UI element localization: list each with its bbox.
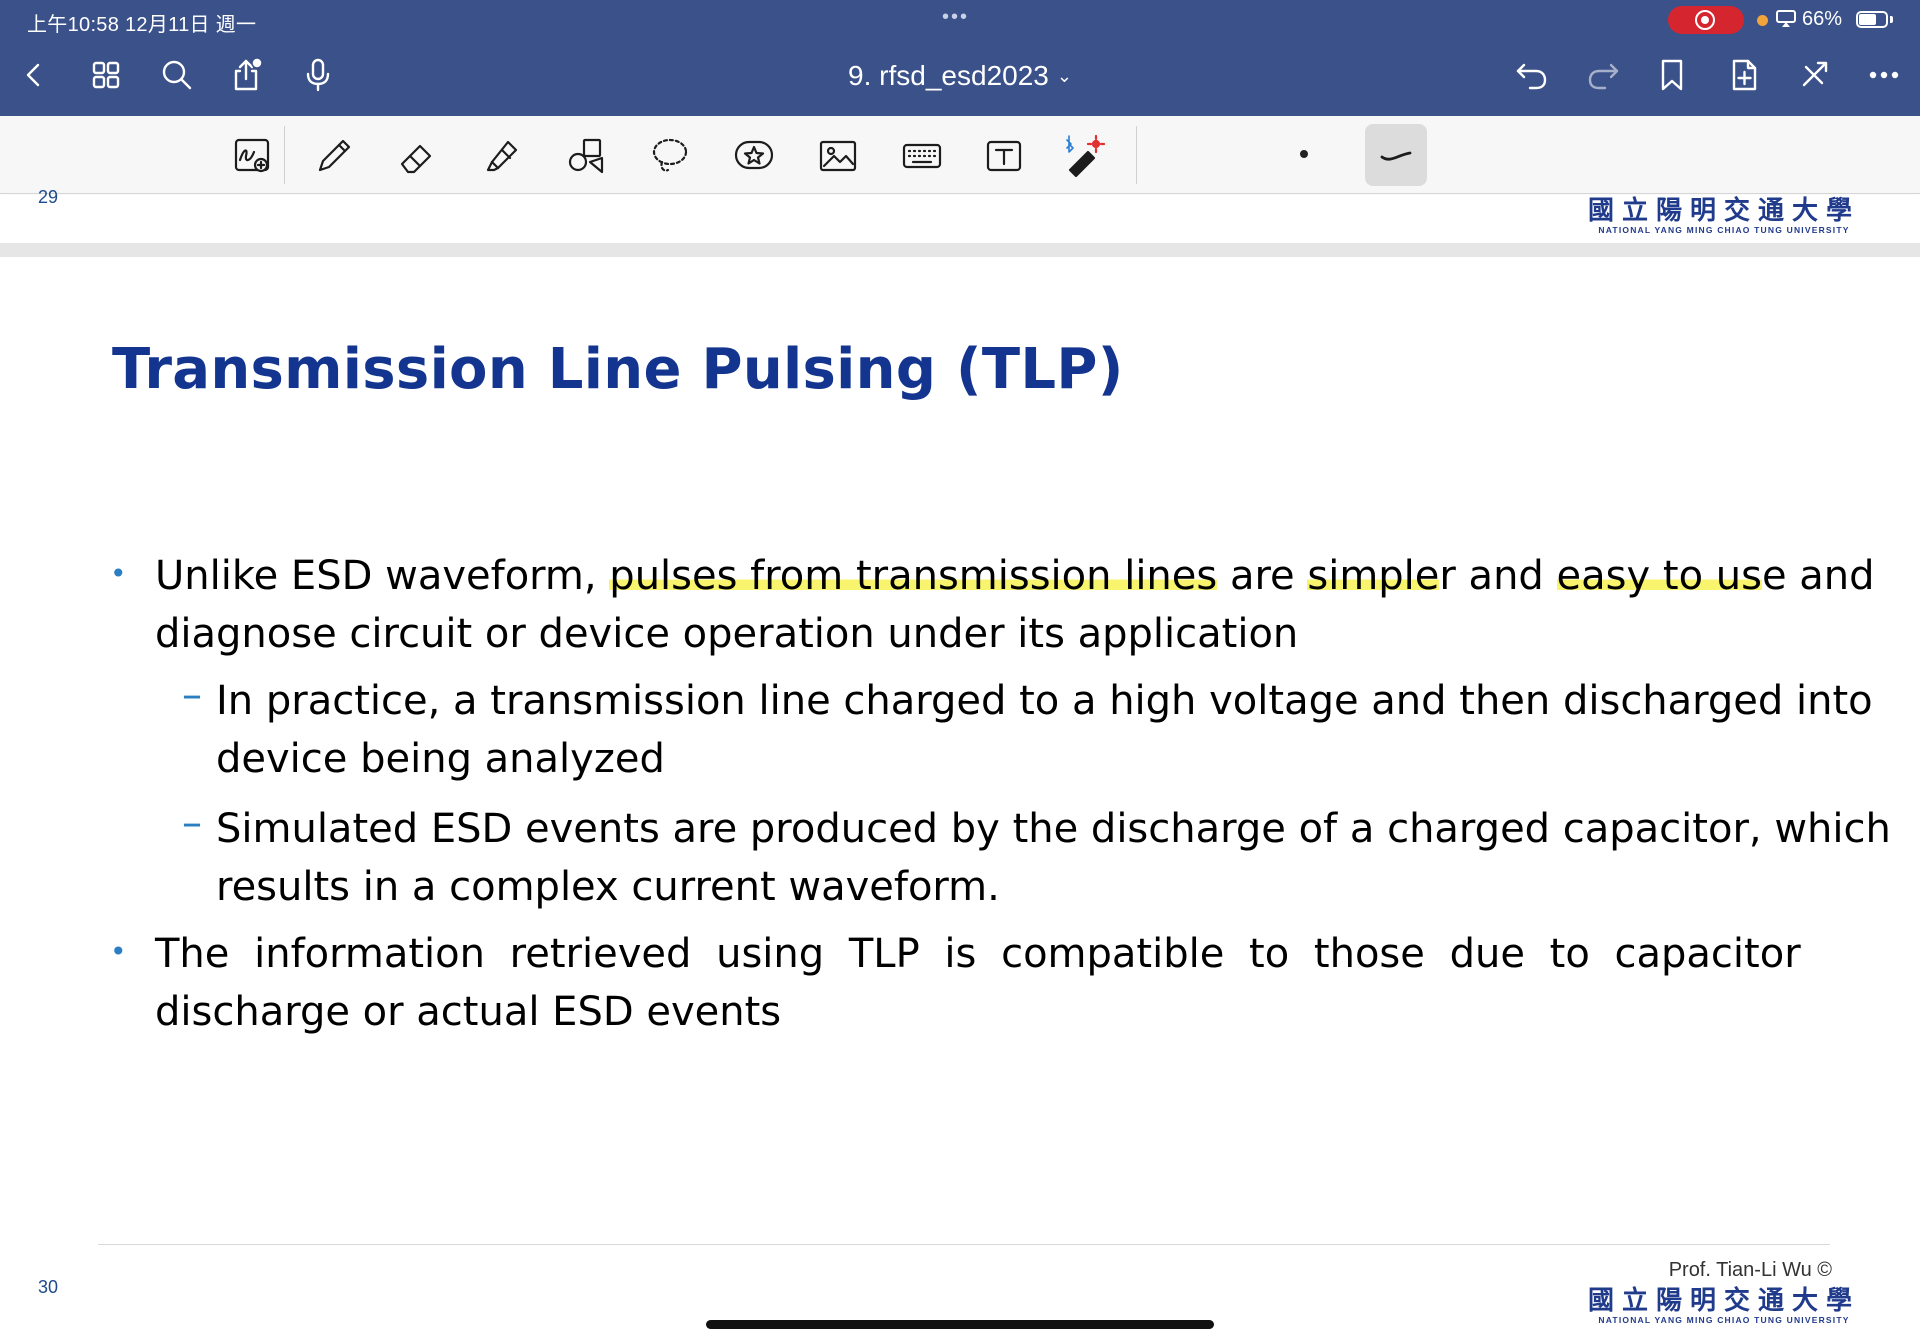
eraser-icon[interactable] (390, 128, 446, 184)
highlight-pulses-from-transmission-lines: pulses from transmission lines (609, 553, 1218, 599)
screen-recording-indicator[interactable] (1668, 6, 1744, 34)
sub-bullet-1-line-1: In practice, a transmission line charged… (216, 678, 1873, 724)
bullet-1-text-d: e and (1761, 553, 1875, 599)
footer-credit: Prof. Tian-Li Wu © (1668, 1259, 1832, 1281)
laser-pointer-icon[interactable] (1056, 128, 1112, 184)
keyboard-icon[interactable] (894, 128, 950, 184)
sub-bullet-2-line-2: results in a complex current waveform. (216, 864, 1000, 910)
sub-bullet-2-line-1: Simulated ESD events are produced by the… (216, 806, 1891, 852)
sticker-icon[interactable] (726, 128, 782, 184)
university-logo: 國立陽明交通大學 NATIONAL YANG MING CHIAO TUNG U… (1588, 197, 1860, 235)
logo-english: NATIONAL YANG MING CHIAO TUNG UNIVERSITY (1598, 1315, 1850, 1325)
sub-bullet-dash: – (182, 800, 202, 846)
bullet-2-line-1: The information retrieved using TLP is c… (155, 931, 1801, 977)
pen-size-dot[interactable] (1300, 150, 1308, 158)
previous-page-bottom[interactable]: 29 國立陽明交通大學 NATIONAL YANG MING CHIAO TUN… (0, 187, 1920, 243)
bookmark-icon[interactable] (1652, 55, 1692, 95)
text-box-icon[interactable] (976, 128, 1032, 184)
bullet-marker: • (110, 935, 127, 968)
redo-icon[interactable] (1583, 55, 1623, 95)
bullet-1-line-2: diagnose circuit or device operation und… (155, 611, 1299, 657)
annotation-toolbar (0, 116, 1920, 194)
shapes-icon[interactable] (558, 128, 614, 184)
logo-english: NATIONAL YANG MING CHIAO TUNG UNIVERSITY (1598, 225, 1850, 235)
footer-divider (98, 1244, 1830, 1245)
pen-icon[interactable] (306, 128, 362, 184)
battery-percentage: 66% (1802, 8, 1843, 30)
bullet-1-text-a: Unlike ESD waveform, (155, 553, 610, 599)
search-icon[interactable] (157, 55, 197, 95)
home-indicator[interactable] (706, 1320, 1214, 1329)
status-bar: 上午10:58 12月11日 週一 ••• 66% (0, 0, 1920, 38)
bullet-2-line-2: discharge or actual ESD events (155, 989, 782, 1035)
slide-title: Transmission Line Pulsing (TLP) (112, 337, 1124, 402)
share-icon[interactable] (226, 55, 266, 95)
add-page-icon[interactable] (1724, 55, 1764, 95)
logo-chinese: 國立陽明交通大學 (1588, 196, 1861, 226)
record-icon (1695, 10, 1715, 30)
toolbar-divider (1136, 126, 1137, 184)
highlighter-icon[interactable] (474, 128, 530, 184)
undo-icon[interactable] (1512, 55, 1552, 95)
document-title: 9. rfsd_esd2023 ⌄ (0, 60, 1920, 92)
lasso-icon[interactable] (642, 128, 698, 184)
logo-chinese: 國立陽明交通大學 (1588, 1286, 1861, 1316)
grid-icon[interactable] (86, 55, 126, 95)
page-separator (0, 243, 1920, 257)
battery-tip (1890, 16, 1893, 23)
status-time: 上午10:58 12月11日 週一 (27, 14, 257, 36)
sub-bullet-dash: – (182, 672, 202, 718)
back-icon[interactable] (14, 55, 54, 95)
toolbar-divider (284, 126, 285, 184)
previous-page-number: 29 (38, 187, 59, 207)
multitasking-dots[interactable]: ••• (942, 6, 969, 29)
close-tools-icon[interactable] (1794, 55, 1834, 95)
bullet-1-line-1: Unlike ESD waveform, pulses from transmi… (155, 547, 1875, 605)
image-icon[interactable] (810, 128, 866, 184)
document-title-button[interactable]: 9. rfsd_esd2023 ⌄ (848, 60, 1072, 91)
bullet-1-text-c: r and (1439, 553, 1557, 599)
chevron-down-icon: ⌄ (1056, 66, 1072, 86)
microphone-icon[interactable] (298, 55, 338, 95)
document-name: 9. rfsd_esd2023 (848, 60, 1049, 91)
stroke-style-icon[interactable] (1365, 124, 1427, 186)
highlight-easy-to-use: easy to us (1556, 553, 1762, 599)
battery-level-fill (1859, 14, 1876, 25)
bullet-1-text-b: are (1217, 553, 1308, 599)
university-logo: 國立陽明交通大學 NATIONAL YANG MING CHIAO TUNG U… (1588, 1287, 1860, 1325)
sub-bullet-1-line-2: device being analyzed (216, 736, 665, 782)
page-number: 30 (38, 1277, 59, 1297)
slide-page[interactable]: Transmission Line Pulsing (TLP) • Unlike… (0, 257, 1920, 1337)
screen-mirroring-icon (1776, 10, 1796, 27)
more-icon[interactable] (1864, 55, 1904, 95)
handwriting-zoom-icon[interactable] (224, 128, 280, 184)
app-top-bar: 上午10:58 12月11日 週一 ••• 66% 9. rfsd_esd202… (0, 0, 1920, 116)
bullet-marker: • (110, 557, 127, 590)
microphone-in-use-dot (1757, 15, 1768, 26)
highlight-simple: simple (1307, 553, 1440, 599)
battery-icon (1856, 11, 1888, 28)
